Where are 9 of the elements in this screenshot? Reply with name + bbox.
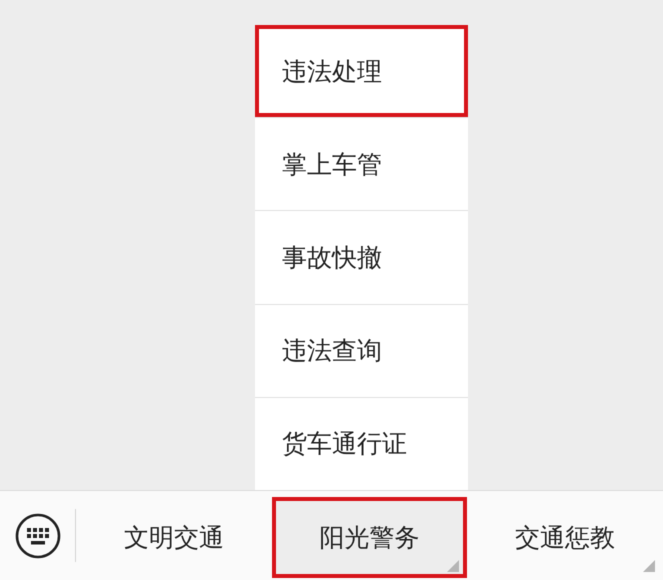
menu-item[interactable]: 货车通行证	[255, 398, 468, 490]
menu-item[interactable]: 违法处理	[255, 25, 468, 118]
menu-tab[interactable]: 文明交通	[76, 497, 272, 578]
menu-tab[interactable]: 交通惩教	[467, 497, 663, 578]
menu-item[interactable]: 违法查询	[255, 304, 468, 398]
menu-tab[interactable]: 阳光警务	[272, 497, 468, 578]
keyboard-icon	[14, 512, 60, 558]
menu-item[interactable]: 掌上车管	[255, 118, 468, 212]
menu-item[interactable]: 事故快撤	[255, 211, 468, 305]
